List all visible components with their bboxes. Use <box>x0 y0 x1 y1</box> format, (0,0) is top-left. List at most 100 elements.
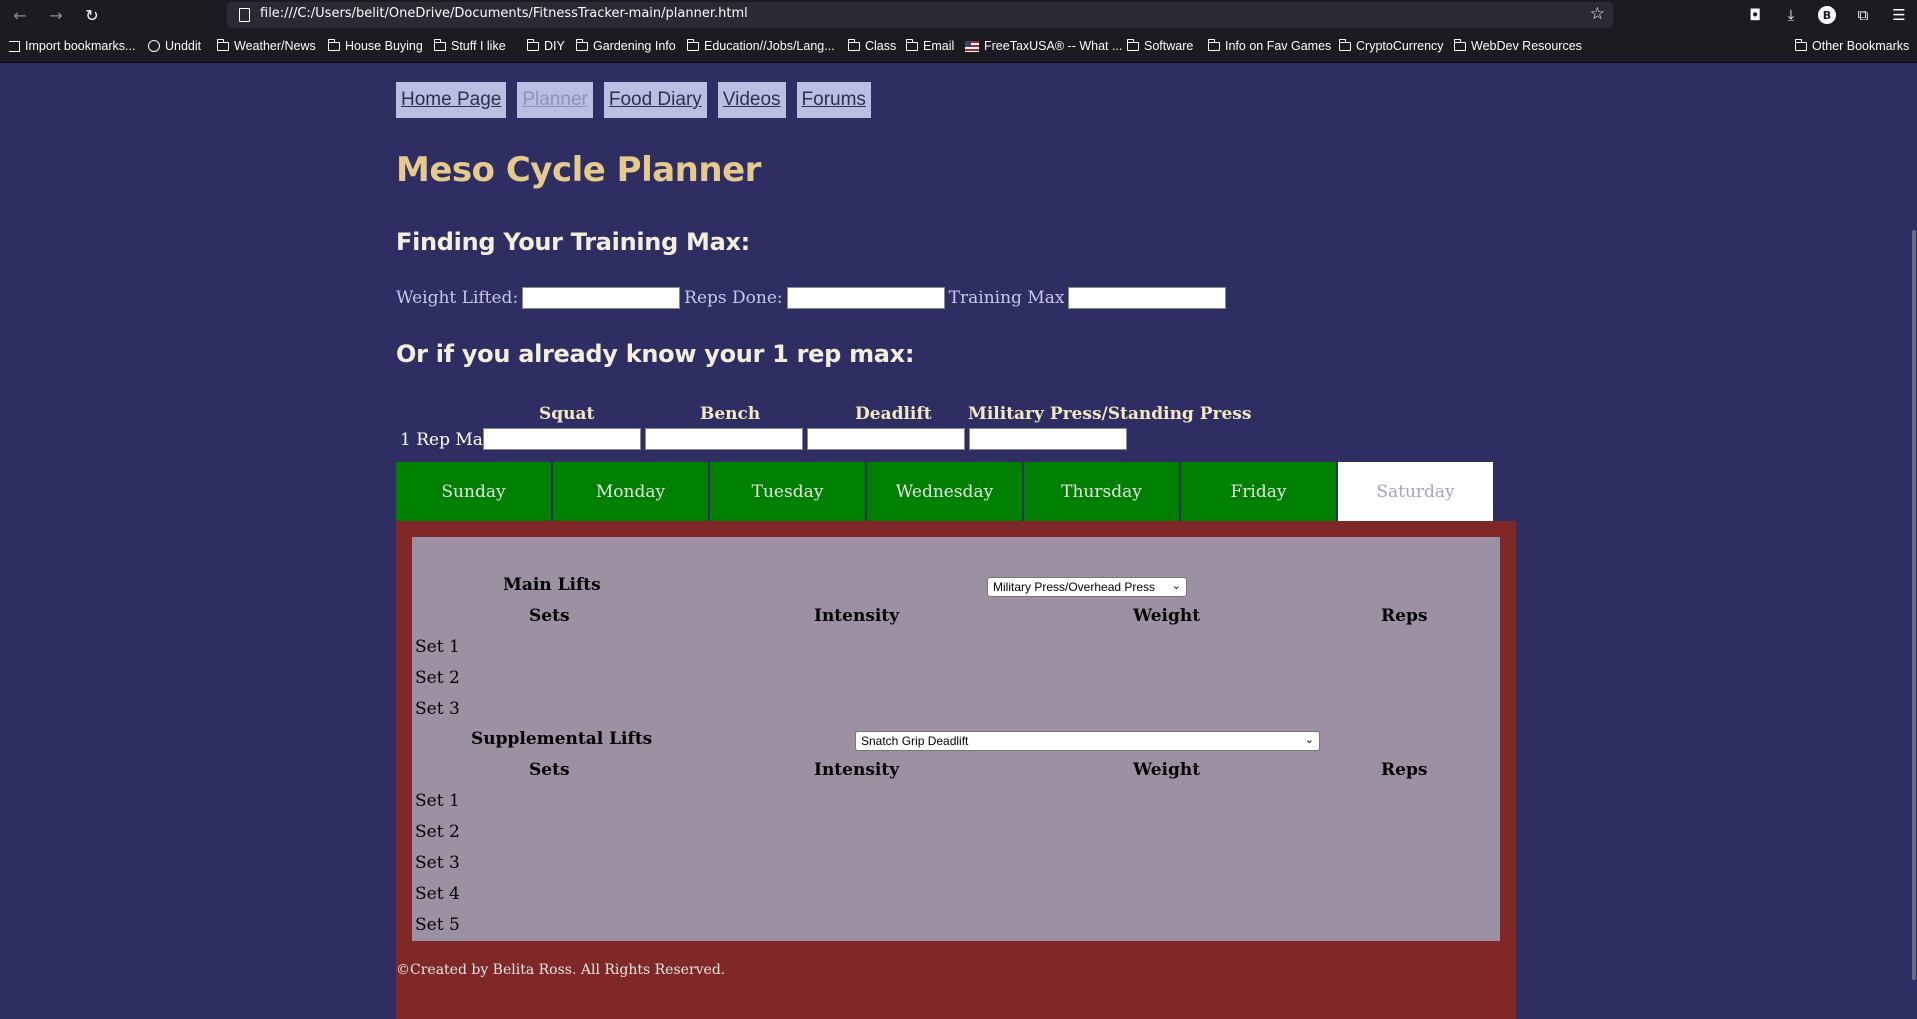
day-plan-panel: Main Lifts Military Press/Overhead Press… <box>396 521 1516 1019</box>
menu-icon[interactable]: ☰ <box>1881 0 1917 30</box>
bookmark-label: Email <box>923 39 955 53</box>
weight-lifted-label: Weight Lifted: <box>396 288 519 308</box>
nav-food-diary[interactable]: Food Diary <box>603 82 707 118</box>
folder-icon <box>433 38 446 51</box>
bookmark-diy[interactable]: DIY <box>526 38 565 53</box>
bookmark-software[interactable]: Software <box>1126 38 1193 53</box>
tab-tuesday[interactable]: Tuesday <box>710 462 865 521</box>
col-sets: Sets <box>529 606 570 626</box>
nav-videos[interactable]: Videos <box>717 82 786 118</box>
bookmark-label: FreeTaxUSA® -- What ... <box>984 39 1123 53</box>
lift-header-military-press: Military Press/Standing Press <box>968 404 1252 424</box>
bookmark-class[interactable]: Class <box>847 38 897 53</box>
bookmark-freetaxusa[interactable]: FreeTaxUSA® -- What ... <box>965 39 1122 53</box>
pocket-icon[interactable]: ◘ <box>1737 0 1773 30</box>
press-1rm-input[interactable] <box>969 428 1127 450</box>
folder-icon <box>327 38 340 51</box>
bookmark-label: Info on Fav Games <box>1225 39 1332 53</box>
bookmark-fav-games[interactable]: Info on Fav Games <box>1207 38 1332 53</box>
profile-avatar[interactable]: B <box>1809 0 1845 30</box>
tab-thursday[interactable]: Thursday <box>1024 462 1179 521</box>
tab-monday[interactable]: Monday <box>553 462 708 521</box>
tab-friday[interactable]: Friday <box>1181 462 1336 521</box>
bookmark-other[interactable]: Other Bookmarks <box>1794 38 1909 53</box>
avatar: B <box>1818 6 1836 24</box>
main-lift-select[interactable]: Military Press/Overhead Press ⌄ <box>987 577 1187 597</box>
back-icon[interactable]: ← <box>2 0 38 30</box>
supplemental-set-row: Set 4 <box>415 884 460 904</box>
bookmark-webdev[interactable]: WebDev Resources <box>1453 38 1582 53</box>
downloads-icon[interactable]: ⤓ <box>1773 0 1809 30</box>
col-weight: Weight <box>1133 606 1201 626</box>
import-icon <box>9 40 20 52</box>
reload-icon[interactable]: ↻ <box>74 0 110 30</box>
supplemental-lift-select[interactable]: Snatch Grip Deadlift ⌄ <box>855 731 1320 751</box>
nav-home[interactable]: Home Page <box>396 82 507 118</box>
bookmark-star-icon[interactable]: ☆ <box>1590 4 1605 24</box>
bookmark-label: WebDev Resources <box>1471 39 1582 53</box>
one-rep-max-heading: Or if you already know your 1 rep max: <box>396 340 915 368</box>
training-max-input[interactable] <box>1068 287 1227 309</box>
bookmarks-bar: Import bookmarks... Unddit Weather/News … <box>0 30 1917 63</box>
training-max-heading: Finding Your Training Max: <box>396 228 750 256</box>
bookmark-education[interactable]: Education//Jobs/Lang... <box>686 38 835 53</box>
folder-icon <box>575 38 588 51</box>
nav-forums[interactable]: Forums <box>796 82 871 118</box>
folder-icon <box>1126 38 1139 51</box>
main-set-row: Set 3 <box>415 699 460 719</box>
col-weight: Weight <box>1133 760 1201 780</box>
bookmark-import[interactable]: Import bookmarks... <box>9 39 135 53</box>
browser-toolbar: ← → ↻ file:///C:/Users/belit/OneDrive/Do… <box>0 0 1917 30</box>
globe-icon <box>148 40 160 52</box>
folder-icon <box>686 38 699 51</box>
supplemental-set-row: Set 1 <box>415 791 460 811</box>
url-bar[interactable]: file:///C:/Users/belit/OneDrive/Document… <box>227 2 1613 28</box>
folder-icon <box>905 38 918 51</box>
chevron-down-icon: ⌄ <box>1171 579 1181 592</box>
bookmark-unddit[interactable]: Unddit <box>148 39 201 53</box>
folder-icon <box>1207 38 1220 51</box>
squat-1rm-input[interactable] <box>483 428 641 450</box>
col-reps: Reps <box>1381 760 1428 780</box>
tab-wednesday[interactable]: Wednesday <box>867 462 1022 521</box>
reps-done-label: Reps Done: <box>684 288 783 308</box>
tab-saturday[interactable]: Saturday <box>1338 462 1493 521</box>
main-set-row: Set 1 <box>415 637 460 657</box>
tab-sunday[interactable]: Sunday <box>396 462 551 521</box>
bookmark-house-buying[interactable]: House Buying <box>327 38 423 53</box>
col-reps: Reps <box>1381 606 1428 626</box>
bookmark-label: House Buying <box>345 39 423 53</box>
page-content: Home Page Planner Food Diary Videos Foru… <box>0 64 1917 1019</box>
url-text[interactable]: file:///C:/Users/belit/OneDrive/Document… <box>260 6 748 21</box>
bench-1rm-input[interactable] <box>645 428 803 450</box>
supplemental-lifts-label: Supplemental Lifts <box>471 729 653 749</box>
bookmark-crypto[interactable]: CryptoCurrency <box>1338 38 1444 53</box>
folder-icon <box>216 38 229 51</box>
col-intensity: Intensity <box>814 760 900 780</box>
bookmark-email[interactable]: Email <box>905 38 955 53</box>
bookmark-label: CryptoCurrency <box>1356 39 1444 53</box>
bookmark-weather[interactable]: Weather/News <box>216 38 316 53</box>
folder-icon <box>847 38 860 51</box>
weight-lifted-input[interactable] <box>522 287 681 309</box>
bookmark-gardening[interactable]: Gardening Info <box>575 38 676 53</box>
bookmark-label: Class <box>865 39 897 53</box>
main-set-row: Set 2 <box>415 668 460 688</box>
bookmark-label: Gardening Info <box>593 39 676 53</box>
extensions-icon[interactable]: ⧉ <box>1845 0 1881 30</box>
nav-planner[interactable]: Planner <box>517 82 593 118</box>
folder-icon <box>1338 38 1351 51</box>
bookmark-label: DIY <box>544 39 565 53</box>
bookmark-stuff[interactable]: Stuff I like <box>433 38 506 53</box>
forward-icon[interactable]: → <box>38 0 74 30</box>
scrollbar-thumb[interactable] <box>1912 230 1916 980</box>
training-max-label: Training Max <box>948 288 1065 308</box>
bookmark-label: Unddit <box>165 39 202 53</box>
day-plan-table: Main Lifts Military Press/Overhead Press… <box>412 537 1500 941</box>
page-title: Meso Cycle Planner <box>396 150 761 190</box>
deadlift-1rm-input[interactable] <box>807 428 965 450</box>
reps-done-input[interactable] <box>786 287 945 309</box>
col-sets: Sets <box>529 760 570 780</box>
folder-icon <box>526 38 539 51</box>
supplemental-lift-selected: Snatch Grip Deadlift <box>861 734 969 748</box>
